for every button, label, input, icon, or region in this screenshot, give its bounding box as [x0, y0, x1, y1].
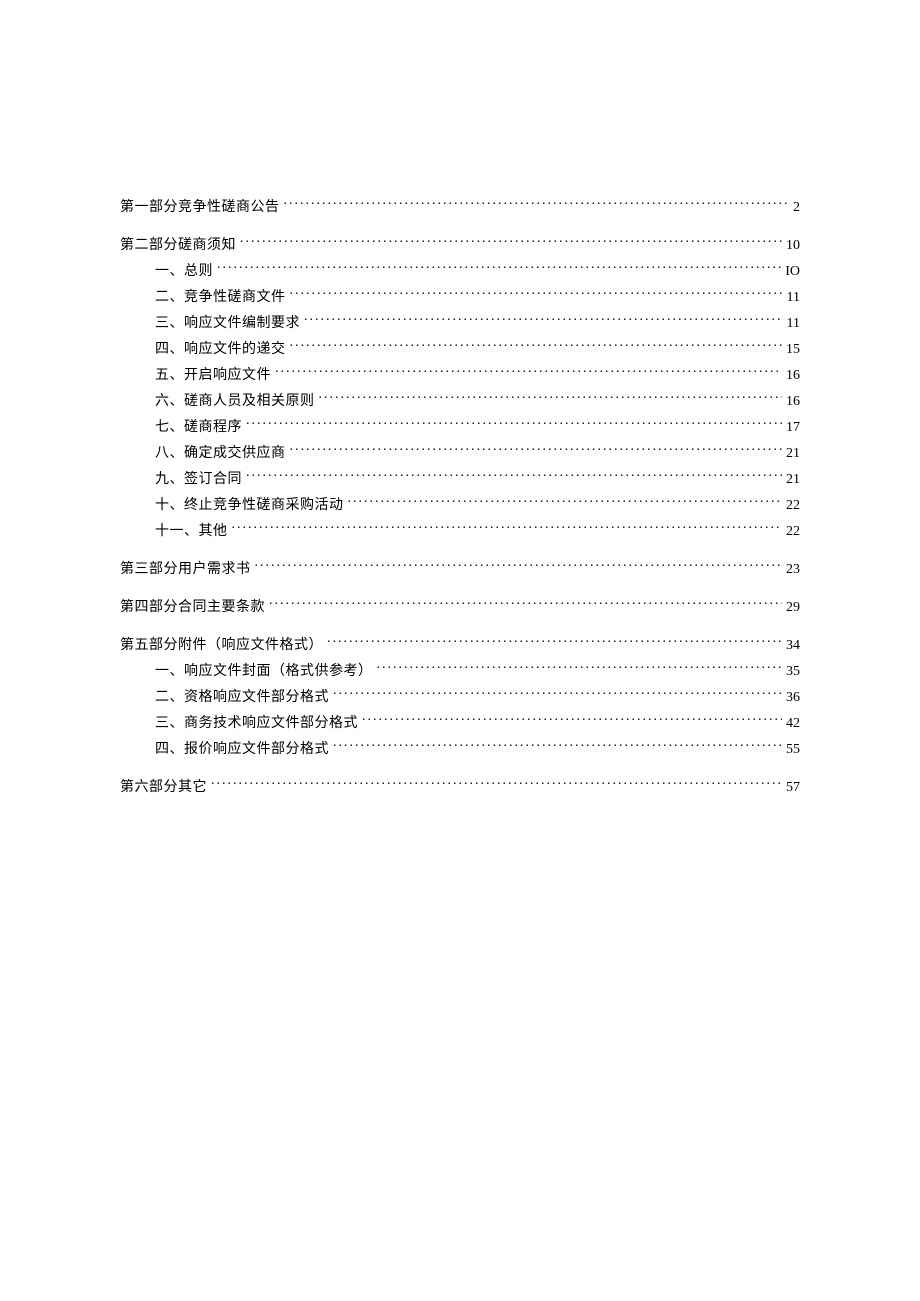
toc-label: 二、竞争性磋商文件 [155, 285, 286, 310]
toc-leader-dots [290, 287, 783, 301]
toc-page-number: 11 [787, 285, 800, 310]
toc-entry-level1: 第三部分用户需求书 23 [120, 557, 800, 583]
toc-leader-dots [275, 365, 782, 379]
toc-label: 八、确定成交供应商 [155, 441, 286, 466]
toc-entry-level2: 三、响应文件编制要求 11 [120, 311, 800, 337]
toc-page-number: 35 [786, 659, 800, 684]
toc-entry-level2: 二、竞争性磋商文件 11 [120, 285, 800, 311]
toc-leader-dots [232, 521, 783, 535]
toc-label: 第一部分竞争性磋商公告 [120, 195, 280, 220]
toc-leader-dots [290, 443, 783, 457]
toc-page-number: 16 [786, 389, 800, 414]
toc-leader-dots [246, 417, 782, 431]
toc-leader-dots [284, 197, 790, 211]
toc-entry-level2: 七、磋商程序 17 [120, 415, 800, 441]
toc-entry-level2: 九、签订合同 21 [120, 467, 800, 493]
toc-leader-dots [333, 687, 782, 701]
toc-entry-level2: 三、商务技术响应文件部分格式 42 [120, 711, 800, 737]
toc-page-number: 22 [786, 493, 800, 518]
toc-leader-dots [377, 661, 783, 675]
toc-label: 十、终止竞争性磋商采购活动 [155, 493, 344, 518]
toc-entry-level2: 十、终止竞争性磋商采购活动 22 [120, 493, 800, 519]
toc-page-number: 16 [786, 363, 800, 388]
toc-leader-dots [290, 339, 783, 353]
toc-page-number: 2 [793, 195, 800, 220]
toc-leader-dots [255, 559, 783, 573]
toc-label: 五、开启响应文件 [155, 363, 271, 388]
toc-entry-level2: 一、总则 IO [120, 259, 800, 285]
toc-entry-level2: 四、报价响应文件部分格式 55 [120, 737, 800, 763]
toc-leader-dots [269, 597, 782, 611]
toc-entry-level1: 第五部分附件（响应文件格式） 34 [120, 633, 800, 659]
toc-page-number: 10 [786, 233, 800, 258]
toc-leader-dots [333, 739, 782, 753]
toc-page-number: 21 [786, 441, 800, 466]
toc-leader-dots [327, 635, 782, 649]
toc-entry-level2: 十一、其他 22 [120, 519, 800, 545]
table-of-contents: 第一部分竞争性磋商公告2第二部分磋商须知10一、总则IO二、竞争性磋商文件11三… [120, 195, 800, 801]
toc-entry-level2: 一、响应文件封面（格式供参考） 35 [120, 659, 800, 685]
toc-entry-level2: 四、响应文件的递交 15 [120, 337, 800, 363]
toc-page-number: 17 [786, 415, 800, 440]
toc-label: 四、响应文件的递交 [155, 337, 286, 362]
toc-leader-dots [362, 713, 782, 727]
toc-page-number: 15 [786, 337, 800, 362]
toc-page-number: IO [785, 259, 800, 284]
toc-label: 一、总则 [155, 259, 213, 284]
toc-page-number: 57 [786, 775, 800, 800]
toc-label: 第五部分附件（响应文件格式） [120, 633, 323, 658]
toc-label: 三、商务技术响应文件部分格式 [155, 711, 358, 736]
toc-label: 二、资格响应文件部分格式 [155, 685, 329, 710]
toc-page-number: 29 [786, 595, 800, 620]
toc-entry-level1: 第六部分其它 57 [120, 775, 800, 801]
toc-entry-level2: 六、磋商人员及相关原则 16 [120, 389, 800, 415]
toc-leader-dots [304, 313, 783, 327]
toc-section: 第六部分其它 57 [120, 775, 800, 801]
toc-page-number: 36 [786, 685, 800, 710]
toc-page-number: 21 [786, 467, 800, 492]
toc-section: 第三部分用户需求书 23 [120, 557, 800, 583]
toc-leader-dots [211, 777, 782, 791]
toc-leader-dots [217, 261, 781, 275]
toc-entry-level1: 第四部分合同主要条款 29 [120, 595, 800, 621]
toc-page-number: 22 [786, 519, 800, 544]
toc-leader-dots [246, 469, 782, 483]
toc-section: 第四部分合同主要条款 29 [120, 595, 800, 621]
toc-entry-level2: 五、开启响应文件 16 [120, 363, 800, 389]
toc-leader-dots [319, 391, 783, 405]
toc-label: 六、磋商人员及相关原则 [155, 389, 315, 414]
toc-entry-level1: 第二部分磋商须知 10 [120, 233, 800, 259]
toc-page-number: 11 [787, 311, 800, 336]
toc-page-number: 34 [786, 633, 800, 658]
toc-label: 七、磋商程序 [155, 415, 242, 440]
toc-label: 一、响应文件封面（格式供参考） [155, 659, 373, 684]
toc-entry-level2: 二、资格响应文件部分格式 36 [120, 685, 800, 711]
toc-page-number: 55 [786, 737, 800, 762]
toc-entry-level2: 八、确定成交供应商 21 [120, 441, 800, 467]
toc-section: 第一部分竞争性磋商公告 2 [120, 195, 800, 221]
toc-label: 四、报价响应文件部分格式 [155, 737, 329, 762]
toc-leader-dots [348, 495, 783, 509]
toc-label: 九、签订合同 [155, 467, 242, 492]
toc-leader-dots [240, 235, 782, 249]
toc-label: 第三部分用户需求书 [120, 557, 251, 582]
toc-section: 第二部分磋商须知10一、总则IO二、竞争性磋商文件11三、响应文件编制要求11四… [120, 233, 800, 545]
toc-label: 十一、其他 [155, 519, 228, 544]
toc-label: 第六部分其它 [120, 775, 207, 800]
toc-label: 第四部分合同主要条款 [120, 595, 265, 620]
toc-page-number: 42 [786, 711, 800, 736]
toc-section: 第五部分附件（响应文件格式）34一、响应文件封面（格式供参考）35二、资格响应文… [120, 633, 800, 763]
toc-label: 三、响应文件编制要求 [155, 311, 300, 336]
toc-label: 第二部分磋商须知 [120, 233, 236, 258]
toc-entry-level1: 第一部分竞争性磋商公告 2 [120, 195, 800, 221]
toc-page-number: 23 [786, 557, 800, 582]
